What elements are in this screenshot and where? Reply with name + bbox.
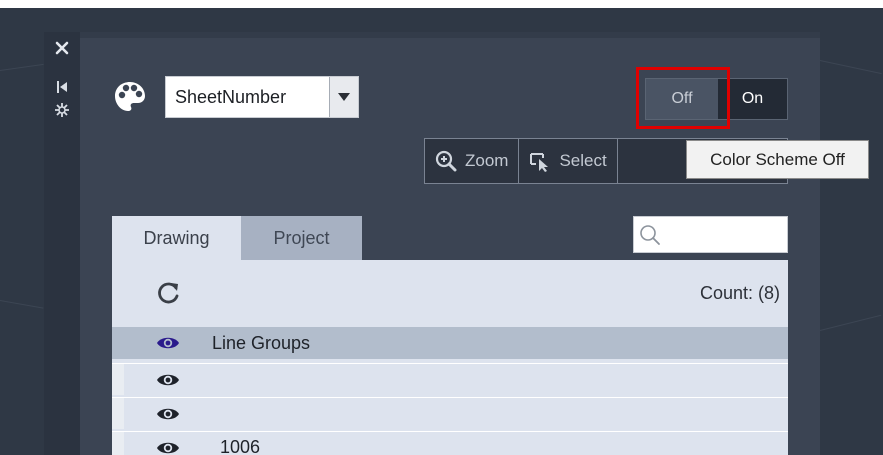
list-item[interactable] xyxy=(112,363,788,395)
row-marker xyxy=(112,398,124,429)
backdrop-line xyxy=(819,60,882,75)
count-label: Count: (8) xyxy=(699,283,780,303)
field-combo-box[interactable]: SheetNumber xyxy=(165,76,359,118)
toggle-on-button[interactable]: On xyxy=(718,79,787,119)
row-marker xyxy=(112,364,124,395)
row-label: Line Groups xyxy=(212,332,311,353)
top-band xyxy=(0,0,883,8)
close-icon[interactable] xyxy=(52,38,72,58)
toolbar-extra-button[interactable] xyxy=(618,139,648,183)
search-input[interactable] xyxy=(633,216,788,253)
eye-icon[interactable] xyxy=(156,335,180,351)
tab-drawing[interactable]: Drawing xyxy=(112,216,241,260)
tab-project[interactable]: Project xyxy=(241,216,362,260)
row-label: 1006 xyxy=(220,437,261,455)
zoom-icon xyxy=(435,150,457,172)
tooltip: Color Scheme Off xyxy=(686,140,869,179)
search-icon xyxy=(640,224,660,245)
combo-value: SheetNumber xyxy=(175,86,287,107)
backdrop-line xyxy=(819,314,882,331)
zoom-button[interactable]: Zoom xyxy=(425,139,520,183)
palette-icon xyxy=(113,80,147,114)
list-item[interactable]: 1006 xyxy=(112,431,788,455)
settings-icon[interactable] xyxy=(52,100,72,120)
pin-icon[interactable] xyxy=(52,77,72,97)
eye-icon[interactable] xyxy=(156,372,180,388)
list-header-row[interactable]: Line Groups xyxy=(112,327,788,359)
chevron-down-icon[interactable] xyxy=(329,77,358,117)
backdrop-line xyxy=(0,63,44,71)
eye-icon[interactable] xyxy=(156,406,180,422)
list-item[interactable] xyxy=(112,397,788,429)
select-label: Select xyxy=(559,151,607,170)
color-scheme-toggle[interactable]: Off On xyxy=(645,78,788,120)
select-button[interactable]: Select xyxy=(519,139,618,183)
backdrop-line xyxy=(0,300,44,309)
row-marker xyxy=(112,432,124,455)
eye-icon[interactable] xyxy=(156,440,180,455)
zoom-label: Zoom xyxy=(465,151,509,170)
refresh-icon[interactable] xyxy=(156,280,182,306)
toggle-off-button[interactable]: Off xyxy=(646,79,718,119)
select-icon xyxy=(530,153,549,172)
